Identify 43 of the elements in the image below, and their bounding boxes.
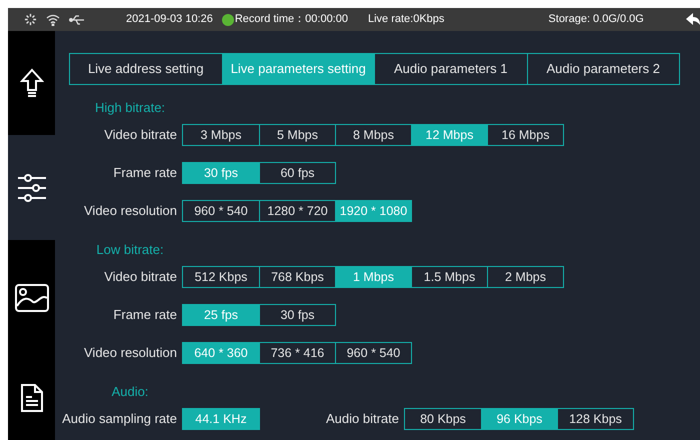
field-label: Frame rate: [112, 306, 177, 324]
field-label: Frame rate: [112, 164, 177, 182]
back-arrow-icon[interactable]: [686, 12, 700, 26]
option-button[interactable]: 30 fps: [259, 305, 335, 325]
option-button[interactable]: 736 * 416: [259, 343, 335, 363]
option-button[interactable]: 60 fps: [259, 163, 335, 183]
option-button[interactable]: 80 Kbps: [405, 409, 481, 429]
tab[interactable]: Live address setting: [70, 54, 222, 84]
document-icon: [20, 382, 44, 412]
option-button[interactable]: 512 Kbps: [183, 267, 259, 287]
field-label: Audio bitrate: [326, 410, 399, 428]
wifi-icon: [46, 14, 60, 26]
sidebar-item[interactable]: [8, 31, 55, 135]
tab[interactable]: Audio parameters 1: [374, 54, 526, 84]
sidebar-item[interactable]: [8, 135, 55, 240]
loading-icon: [24, 13, 37, 26]
field-label: Video bitrate: [103, 126, 177, 144]
option-button[interactable]: 16 Mbps: [487, 125, 563, 145]
option-button[interactable]: 5 Mbps: [259, 125, 335, 145]
option-button[interactable]: 960 * 540: [335, 343, 411, 363]
sidebar-item[interactable]: [8, 240, 55, 355]
date-time: 2021-09-03 10:26: [126, 12, 213, 28]
section-title: Low bitrate:: [95, 242, 165, 258]
sliders-icon: [16, 174, 46, 202]
field-label: Video resolution: [83, 344, 177, 362]
live-rate: Live rate:0Kbps: [368, 12, 444, 28]
storage-status: Storage: 0.0G/0.0G: [548, 12, 644, 28]
record-time: Record time：00:00:00: [234, 12, 348, 28]
section-title: Audio:: [110, 384, 150, 400]
option-button[interactable]: 3 Mbps: [183, 125, 259, 145]
sidebar-item[interactable]: [8, 355, 55, 440]
option-button[interactable]: 128 Kbps: [557, 409, 633, 429]
upload-arrow-icon: [20, 68, 44, 98]
option-button[interactable]: 960 * 540: [183, 201, 259, 221]
option-button[interactable]: 2 Mbps: [487, 267, 563, 287]
field-label: Audio sampling rate: [61, 410, 177, 428]
field-label: Video resolution: [83, 202, 177, 220]
field-label: Video bitrate: [103, 268, 177, 286]
tab[interactable]: Audio parameters 2: [526, 54, 679, 84]
image-icon: [14, 284, 48, 312]
option-button[interactable]: 1.5 Mbps: [411, 267, 487, 287]
section-title: High bitrate:: [94, 100, 166, 116]
usb-icon: [69, 14, 85, 26]
